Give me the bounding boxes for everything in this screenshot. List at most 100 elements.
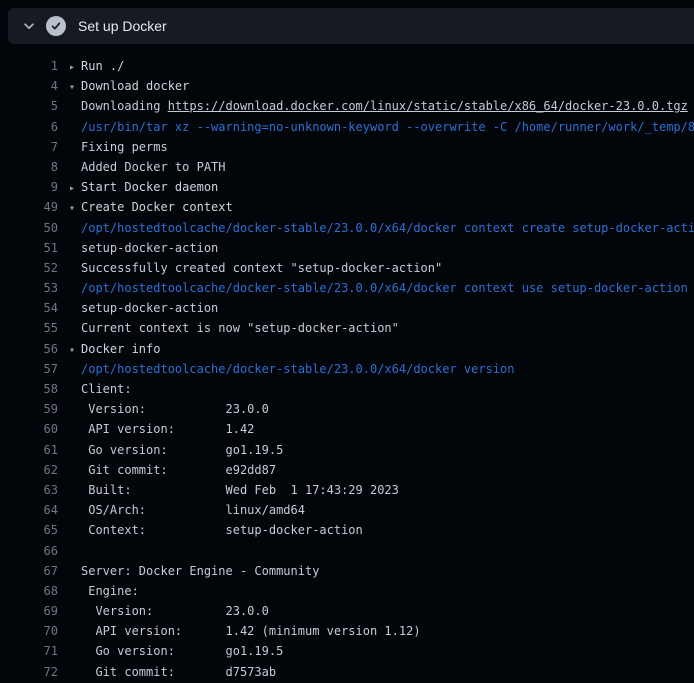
step-header[interactable]: Set up Docker [8, 8, 694, 44]
line-number[interactable]: 53 [0, 278, 58, 298]
toggle-slot: ▾ [58, 197, 81, 217]
line-number[interactable]: 60 [0, 419, 58, 439]
line-number[interactable]: 55 [0, 318, 58, 338]
log-group-title[interactable]: Start Docker daemon [81, 177, 218, 197]
log-text: API version: 1.42 (minimum version 1.12) [81, 621, 421, 641]
log-text: Version: 23.0.0 [81, 399, 269, 419]
toggle-slot [58, 662, 81, 682]
log-group-title[interactable]: Create Docker context [81, 197, 233, 217]
log-text: Version: 23.0.0 [81, 601, 269, 621]
line-number[interactable]: 50 [0, 218, 58, 238]
line-number[interactable]: 56 [0, 339, 58, 359]
toggle-slot [58, 96, 81, 116]
toggle-slot [58, 117, 81, 137]
line-number[interactable]: 69 [0, 601, 58, 621]
line-number[interactable]: 62 [0, 460, 58, 480]
toggle-slot [58, 561, 81, 581]
line-number[interactable]: 64 [0, 500, 58, 520]
log-text: Successfully created context "setup-dock… [81, 258, 442, 278]
line-number[interactable]: 67 [0, 561, 58, 581]
log-group-row[interactable]: 49 ▾ Create Docker context [0, 197, 694, 217]
line-number[interactable]: 68 [0, 581, 58, 601]
triangle-down-icon[interactable]: ▾ [69, 345, 75, 356]
log-group-row[interactable]: 4 ▾ Download docker [0, 76, 694, 96]
toggle-slot [58, 500, 81, 520]
log-group-row[interactable]: 9 ▸ Start Docker daemon [0, 177, 694, 197]
line-number[interactable]: 7 [0, 137, 58, 157]
line-number[interactable]: 70 [0, 621, 58, 641]
log-line: 58 Client: [0, 379, 694, 399]
toggle-slot [58, 601, 81, 621]
log-group-title[interactable]: Run ./ [81, 56, 124, 76]
log-line: 57 /opt/hostedtoolcache/docker-stable/23… [0, 359, 694, 379]
line-number[interactable]: 5 [0, 96, 58, 116]
toggle-slot [58, 641, 81, 661]
log-text: Context: setup-docker-action [81, 520, 363, 540]
log-line: 62 Git commit: e92dd87 [0, 460, 694, 480]
line-number[interactable]: 61 [0, 440, 58, 460]
log-text: Engine: [81, 581, 139, 601]
log-line: 52 Successfully created context "setup-d… [0, 258, 694, 278]
log-line: 61 Go version: go1.19.5 [0, 440, 694, 460]
toggle-slot [58, 137, 81, 157]
toggle-slot [58, 480, 81, 500]
toggle-slot [58, 278, 81, 298]
toggle-slot [58, 218, 81, 238]
line-number[interactable]: 9 [0, 177, 58, 197]
log-line: 65 Context: setup-docker-action [0, 520, 694, 540]
download-prefix: Downloading [81, 99, 168, 113]
download-url-link[interactable]: https://download.docker.com/linux/static… [168, 99, 688, 113]
line-number[interactable]: 4 [0, 76, 58, 96]
toggle-slot: ▸ [58, 177, 81, 197]
log-line: 64 OS/Arch: linux/amd64 [0, 500, 694, 520]
log-group-row[interactable]: 56 ▾ Docker info [0, 339, 694, 359]
line-number[interactable]: 1 [0, 56, 58, 76]
line-number[interactable]: 8 [0, 157, 58, 177]
toggle-slot [58, 419, 81, 439]
triangle-right-icon[interactable]: ▸ [69, 62, 75, 73]
log-group-title[interactable]: Docker info [81, 339, 160, 359]
log-line: 59 Version: 23.0.0 [0, 399, 694, 419]
toggle-slot: ▸ [58, 56, 81, 76]
log-line: 66 [0, 541, 694, 561]
log-text: Current context is now "setup-docker-act… [81, 318, 399, 338]
log-group-row[interactable]: 1 ▸ Run ./ [0, 56, 694, 76]
triangle-down-icon[interactable]: ▾ [69, 203, 75, 214]
log-text: Client: [81, 379, 132, 399]
line-number[interactable]: 71 [0, 641, 58, 661]
toggle-slot [58, 399, 81, 419]
log-line: 63 Built: Wed Feb 1 17:43:29 2023 [0, 480, 694, 500]
line-number[interactable]: 58 [0, 379, 58, 399]
log-line: 7 Fixing perms [0, 137, 694, 157]
line-number[interactable]: 63 [0, 480, 58, 500]
line-number[interactable]: 66 [0, 541, 58, 561]
line-number[interactable]: 59 [0, 399, 58, 419]
log-command: /opt/hostedtoolcache/docker-stable/23.0.… [81, 218, 694, 238]
log-panel: 1 ▸ Run ./ 4 ▾ Download docker 5 Downloa… [0, 44, 694, 682]
line-number[interactable]: 6 [0, 117, 58, 137]
log-line: 54 setup-docker-action [0, 298, 694, 318]
triangle-right-icon[interactable]: ▸ [69, 183, 75, 194]
line-number[interactable]: 72 [0, 662, 58, 682]
log-command: /opt/hostedtoolcache/docker-stable/23.0.… [81, 359, 514, 379]
line-number[interactable]: 54 [0, 298, 58, 318]
log-text: Downloading https://download.docker.com/… [81, 96, 688, 116]
line-number[interactable]: 65 [0, 520, 58, 540]
toggle-slot [58, 157, 81, 177]
line-number[interactable]: 57 [0, 359, 58, 379]
log-text: Server: Docker Engine - Community [81, 561, 319, 581]
log-line: 68 Engine: [0, 581, 694, 601]
log-group-title[interactable]: Download docker [81, 76, 189, 96]
line-number[interactable]: 51 [0, 238, 58, 258]
triangle-down-icon[interactable]: ▾ [69, 82, 75, 93]
log-line: 70 API version: 1.42 (minimum version 1.… [0, 621, 694, 641]
line-number[interactable]: 52 [0, 258, 58, 278]
log-line: 71 Go version: go1.19.5 [0, 641, 694, 661]
log-text: Built: Wed Feb 1 17:43:29 2023 [81, 480, 399, 500]
log-text: Added Docker to PATH [81, 157, 226, 177]
log-line: 55 Current context is now "setup-docker-… [0, 318, 694, 338]
chevron-down-icon[interactable] [21, 18, 37, 34]
check-circle-icon [46, 16, 66, 36]
step-title: Set up Docker [78, 18, 167, 34]
line-number[interactable]: 49 [0, 197, 58, 217]
